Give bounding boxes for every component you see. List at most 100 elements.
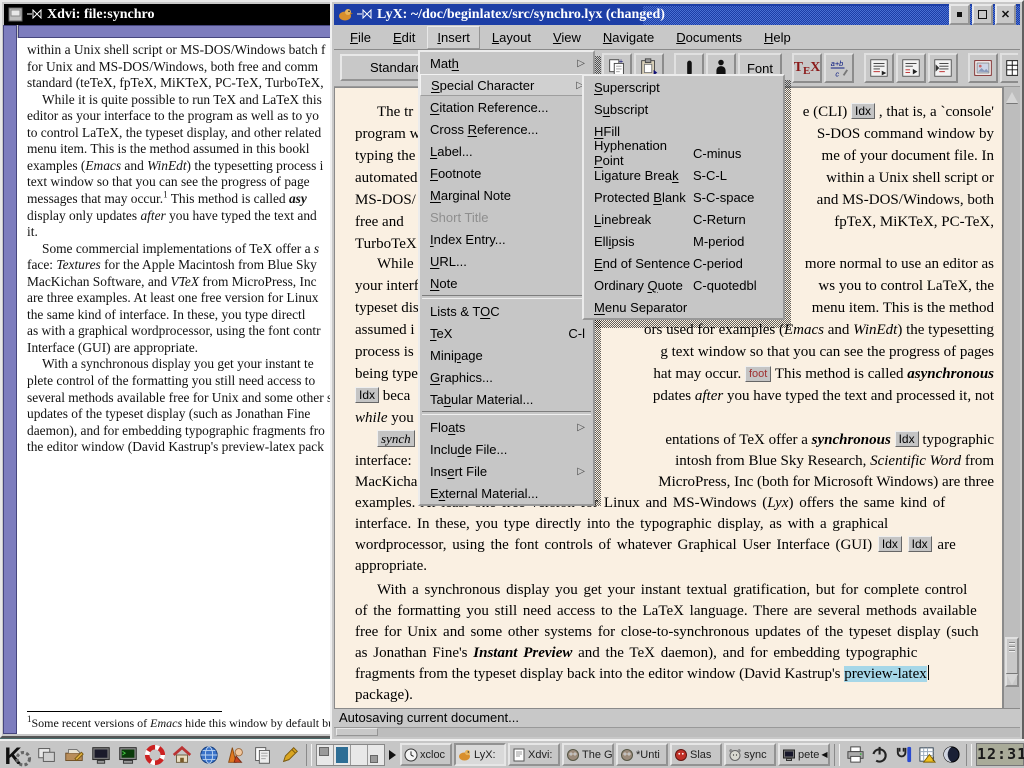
menu-item-citation-reference[interactable]: Citation Reference... (420, 96, 593, 118)
menubar-view[interactable]: View (543, 26, 591, 49)
menu-item-include-file[interactable]: Include File... (420, 438, 593, 460)
submenu-arrow-icon: ▷ (577, 58, 585, 69)
tex-toolbar-button[interactable]: TEX (792, 53, 822, 83)
taskbar-task-lyx[interactable]: LyX: (454, 743, 506, 766)
menu-item-protected-blank[interactable]: Protected BlankS-C-space (584, 186, 783, 208)
taskbar-task-unti[interactable]: *Unti (616, 743, 668, 766)
lyx-vertical-scrollbar[interactable] (1003, 87, 1020, 709)
scroll-up-arrow-icon[interactable] (1006, 92, 1018, 103)
pager-desktop-1[interactable] (317, 745, 334, 765)
menubar-layout[interactable]: Layout (482, 26, 541, 49)
menu-item-insert-file[interactable]: Insert File▷ (420, 460, 593, 482)
power-tray-icon[interactable] (868, 744, 890, 766)
idx-inset[interactable]: Idx (895, 431, 919, 447)
foot-inset[interactable]: foot (745, 366, 771, 382)
task-label: Xdvi: (528, 749, 552, 761)
pager-desktop-3[interactable] (351, 745, 368, 765)
pin-icon[interactable] (357, 8, 373, 22)
menu-item-ellipsis[interactable]: EllipsisM-period (584, 230, 783, 252)
list-fig-toolbar-button[interactable] (896, 53, 926, 83)
close-button[interactable]: ✕ (995, 4, 1016, 25)
xdvi-text-line: face: Textures for the Apple Macintosh f… (27, 256, 334, 273)
menu-item-ordinary-quote[interactable]: Ordinary QuoteC-quotedbl (584, 274, 783, 296)
menubar-edit[interactable]: Edit (383, 26, 425, 49)
help-launcher-icon[interactable] (142, 742, 167, 767)
editor-launcher-icon[interactable] (277, 742, 302, 767)
show-desktop-launcher-icon[interactable] (61, 742, 86, 767)
kandalf-launcher-icon[interactable] (223, 742, 248, 767)
selected-text: preview-latex (844, 666, 926, 682)
task-label: sync (744, 749, 767, 761)
menu-item-label[interactable]: Label... (420, 140, 593, 162)
printer-tray-icon[interactable] (844, 744, 866, 766)
menu-item-external-material[interactable]: External Material... (420, 482, 593, 504)
menu-item-graphics[interactable]: Graphics... (420, 366, 593, 388)
minimize-button[interactable] (949, 4, 970, 25)
menu-item-linebreak[interactable]: LinebreakC-Return (584, 208, 783, 230)
menu-item-floats[interactable]: Floats▷ (420, 416, 593, 438)
menubar-help[interactable]: Help (754, 26, 801, 49)
taskbar-task-slas[interactable]: Slas (670, 743, 722, 766)
windowlist-launcher-icon[interactable] (34, 742, 59, 767)
organizer-tray-icon[interactable]: ! (916, 744, 938, 766)
idx-inset[interactable]: Idx (355, 387, 379, 403)
menu-item-note[interactable]: Note (420, 272, 593, 294)
taskbar-task-theg[interactable]: The G (562, 743, 614, 766)
files-launcher-icon[interactable] (250, 742, 275, 767)
menubar-navigate[interactable]: Navigate (593, 26, 664, 49)
browser-launcher-icon[interactable] (196, 742, 221, 767)
pager-desktop-2[interactable] (334, 745, 351, 765)
klipper-tray-icon[interactable] (892, 744, 914, 766)
menu-item-math[interactable]: Math▷ (420, 52, 593, 74)
scroll-down-arrow-icon[interactable] (1006, 674, 1018, 685)
pager-expand-arrow-icon[interactable] (389, 750, 396, 760)
xdvi-horizontal-scrollbar[interactable] (18, 25, 334, 38)
menu-item-lists-toc[interactable]: Lists & TOC (420, 300, 593, 322)
menu-item-tabular-material[interactable]: Tabular Material... (420, 388, 593, 410)
lyx-horizontal-scrollbar[interactable] (334, 727, 1020, 737)
synch-inset[interactable]: synch (377, 430, 415, 447)
desktop-pager[interactable] (316, 744, 385, 766)
pager-desktop-4[interactable] (368, 745, 384, 765)
menu-item-url[interactable]: URL... (420, 250, 593, 272)
menu-item-cross-reference[interactable]: Cross Reference... (420, 118, 593, 140)
list-depth-toolbar-button[interactable] (928, 53, 958, 83)
menubar-file[interactable]: File (340, 26, 381, 49)
menu-item-menu-separator[interactable]: Menu Separator (584, 296, 783, 318)
moon-tray-icon[interactable] (940, 744, 962, 766)
taskbar-task-pete[interactable]: pete◀ (778, 743, 830, 766)
menubar-insert[interactable]: Insert (427, 26, 480, 49)
menu-item-special-character[interactable]: Special Character▷ (420, 74, 593, 96)
pin-icon[interactable] (27, 8, 43, 22)
taskbar-task-sync[interactable]: sync (724, 743, 776, 766)
list-margin-toolbar-button[interactable] (864, 53, 894, 83)
table-toolbar-button[interactable] (1000, 53, 1018, 83)
menubar-documents[interactable]: Documents (666, 26, 752, 49)
lyx-titlebar[interactable]: LyX: ~/doc/beginlatex/src/synchro.lyx (c… (334, 4, 1020, 25)
menu-item-tex[interactable]: TeXC-l (420, 322, 593, 344)
home-launcher-icon[interactable] (169, 742, 194, 767)
idx-inset[interactable]: Idx (878, 536, 902, 552)
math-toolbar-button[interactable]: a+bc (824, 53, 854, 83)
idx-inset[interactable]: Idx (851, 103, 875, 119)
taskbar-task-xdvi[interactable]: Xdvi: (508, 743, 560, 766)
xdvi-titlebar[interactable]: Xdvi: file:synchro (4, 4, 333, 25)
konsole-launcher-icon[interactable] (115, 742, 140, 767)
menu-item-footnote[interactable]: Footnote (420, 162, 593, 184)
maximize-button[interactable] (972, 4, 993, 25)
hscroll-thumb[interactable] (336, 728, 378, 736)
xdvi-vertical-scrollbar[interactable] (3, 25, 17, 734)
menu-item-marginal-note[interactable]: Marginal Note (420, 184, 593, 206)
figure-toolbar-button[interactable] (968, 53, 998, 83)
taskbar-task-xcloc[interactable]: xcloc (400, 743, 452, 766)
menu-item-end-of-sentence[interactable]: End of SentenceC-period (584, 252, 783, 274)
terminal-launcher-icon[interactable] (88, 742, 113, 767)
k-menu-button[interactable]: K (2, 742, 32, 767)
menu-item-index-entry[interactable]: Index Entry... (420, 228, 593, 250)
idx-inset[interactable]: Idx (908, 536, 932, 552)
xdvi-footnote-line: 1Some recent versions of Emacs hide this… (27, 715, 334, 732)
menu-item-superscript[interactable]: Superscript (584, 76, 783, 98)
menu-item-subscript[interactable]: Subscript (584, 98, 783, 120)
menu-item-hyphenation-point[interactable]: Hyphenation PointC-minus (584, 142, 783, 164)
menu-item-minipage[interactable]: Minipage (420, 344, 593, 366)
